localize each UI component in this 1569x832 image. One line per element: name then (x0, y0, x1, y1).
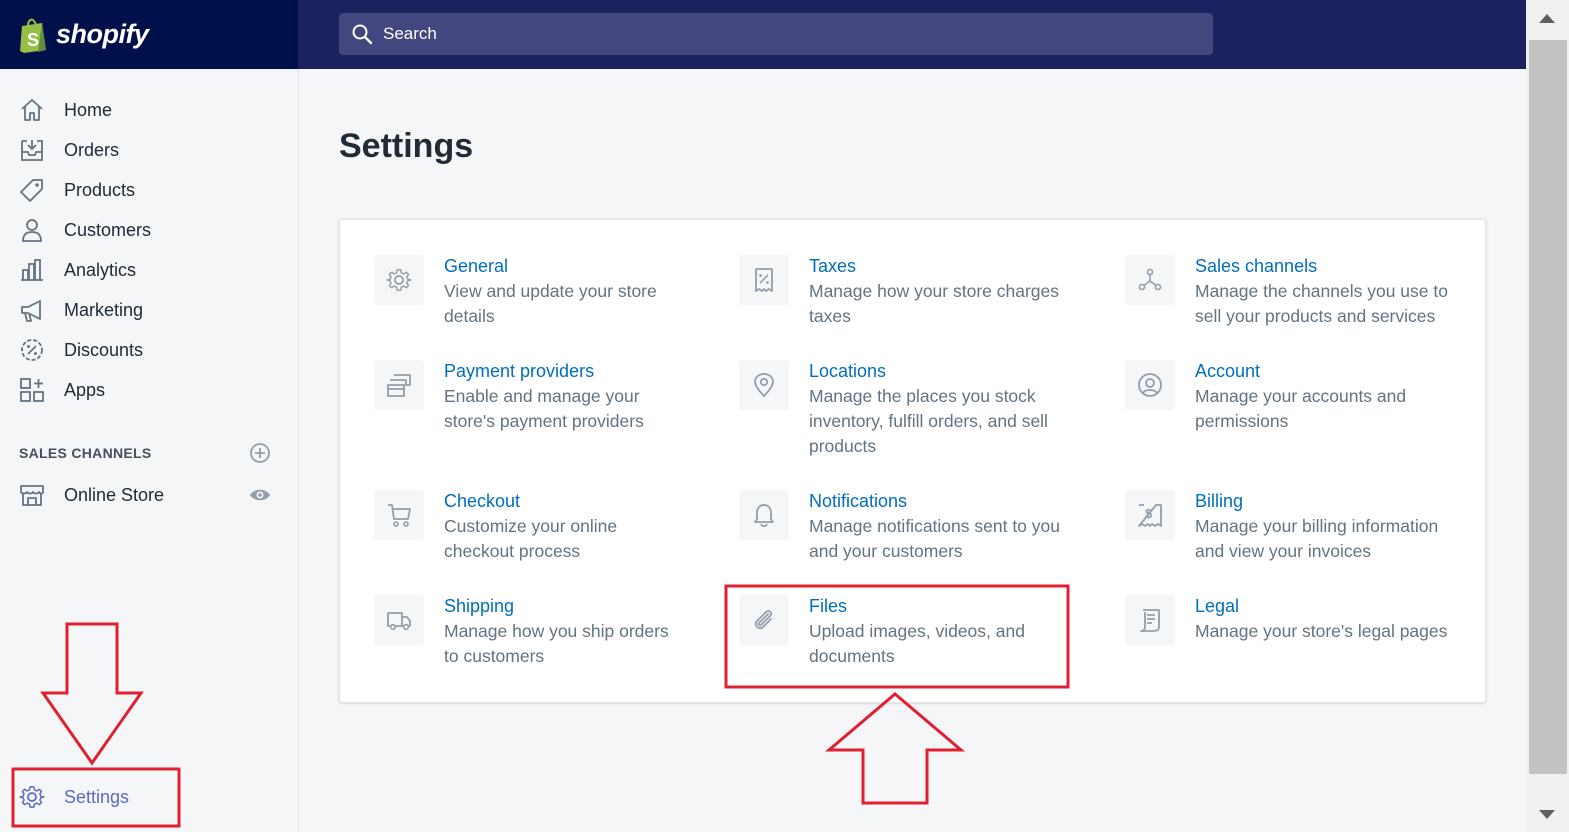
sidebar-item-analytics[interactable]: Analytics (18, 254, 278, 286)
setting-title[interactable]: Files (809, 594, 1025, 619)
bar-chart-icon (18, 256, 46, 284)
settings-card: General View and update your store details… (339, 219, 1486, 703)
search-placeholder: Search (383, 24, 437, 43)
svg-text:$: $ (1145, 506, 1153, 521)
sidebar-item-apps[interactable]: Apps (18, 374, 278, 406)
brand-name: shopify (56, 19, 149, 49)
setting-payment-providers[interactable]: Payment providers Enable and manage your s… (374, 360, 644, 434)
search-input[interactable]: Search (339, 13, 1213, 55)
setting-legal[interactable]: Legal Manage your store's legal pages (1125, 595, 1447, 645)
truck-icon (374, 595, 424, 645)
payment-icon (374, 360, 424, 410)
setting-files[interactable]: Files Upload images, videos, and documents (739, 595, 1025, 669)
shopify-logo[interactable]: S shopify (0, 0, 298, 69)
sales-channels-heading: SALES CHANNELS (19, 445, 152, 461)
scroll-down-arrow-icon[interactable] (1539, 810, 1555, 819)
setting-title[interactable]: General (444, 254, 657, 279)
view-store-eye-icon[interactable] (249, 485, 271, 505)
orders-icon (18, 136, 46, 164)
sidebar-item-orders[interactable]: Orders (18, 134, 278, 166)
setting-title[interactable]: Taxes (809, 254, 1059, 279)
scroll-up-arrow-icon[interactable] (1539, 14, 1555, 23)
setting-general[interactable]: General View and update your store details (374, 255, 657, 329)
home-icon (18, 96, 46, 124)
discount-icon (18, 336, 46, 364)
account-icon (1125, 360, 1175, 410)
apps-icon (18, 376, 46, 404)
sidebar-item-settings[interactable]: Settings (18, 781, 278, 813)
tag-icon (18, 176, 46, 204)
setting-title[interactable]: Shipping (444, 594, 669, 619)
setting-checkout[interactable]: Checkout Customize your online checkout pr… (374, 490, 617, 564)
sidebar-item-discounts[interactable]: Discounts (18, 334, 278, 366)
setting-title[interactable]: Locations (809, 359, 1048, 384)
sidebar-item-online-store[interactable]: Online Store (18, 479, 278, 511)
setting-title[interactable]: Sales channels (1195, 254, 1448, 279)
sidebar-item-customers[interactable]: Customers (18, 214, 278, 246)
sidebar-item-marketing[interactable]: Marketing (18, 294, 278, 326)
setting-title[interactable]: Account (1195, 359, 1406, 384)
receipt-icon (739, 255, 789, 305)
person-icon (18, 216, 46, 244)
bell-icon (739, 490, 789, 540)
setting-title[interactable]: Billing (1195, 489, 1438, 514)
setting-title[interactable]: Checkout (444, 489, 617, 514)
up-arrow-annotation (824, 692, 966, 805)
legal-icon (1125, 595, 1175, 645)
add-sales-channel-icon[interactable] (249, 442, 271, 464)
setting-title[interactable]: Payment providers (444, 359, 644, 384)
scrollbar-thumb[interactable] (1529, 40, 1567, 774)
setting-shipping[interactable]: Shipping Manage how you ship orders to cus… (374, 595, 669, 669)
location-pin-icon (739, 360, 789, 410)
setting-taxes[interactable]: Taxes Manage how your store charges taxes (739, 255, 1059, 329)
setting-locations[interactable]: Locations Manage the places you stock inve… (739, 360, 1048, 459)
setting-title[interactable]: Notifications (809, 489, 1060, 514)
gear-icon (374, 255, 424, 305)
page-title: Settings (339, 127, 474, 165)
svg-text:S: S (27, 30, 39, 50)
paperclip-icon (739, 595, 789, 645)
setting-notifications[interactable]: Notifications Manage notifications sent t… (739, 490, 1060, 564)
search-icon (352, 24, 373, 45)
sidebar: Home Orders Products Customers Analytics… (0, 69, 299, 832)
shopify-bag-icon: S (18, 17, 50, 53)
sidebar-item-home[interactable]: Home (18, 94, 278, 126)
setting-title[interactable]: Legal (1195, 594, 1447, 619)
setting-account[interactable]: Account Manage your accounts and permissio… (1125, 360, 1406, 434)
cart-icon (374, 490, 424, 540)
sidebar-item-products[interactable]: Products (18, 174, 278, 206)
setting-billing[interactable]: $ Billing Manage your billing information… (1125, 490, 1438, 564)
gear-icon (18, 783, 46, 811)
store-icon (18, 481, 46, 509)
setting-sales-channels[interactable]: Sales channels Manage the channels you us… (1125, 255, 1448, 329)
channels-icon (1125, 255, 1175, 305)
billing-icon: $ (1125, 490, 1175, 540)
megaphone-icon (18, 296, 46, 324)
